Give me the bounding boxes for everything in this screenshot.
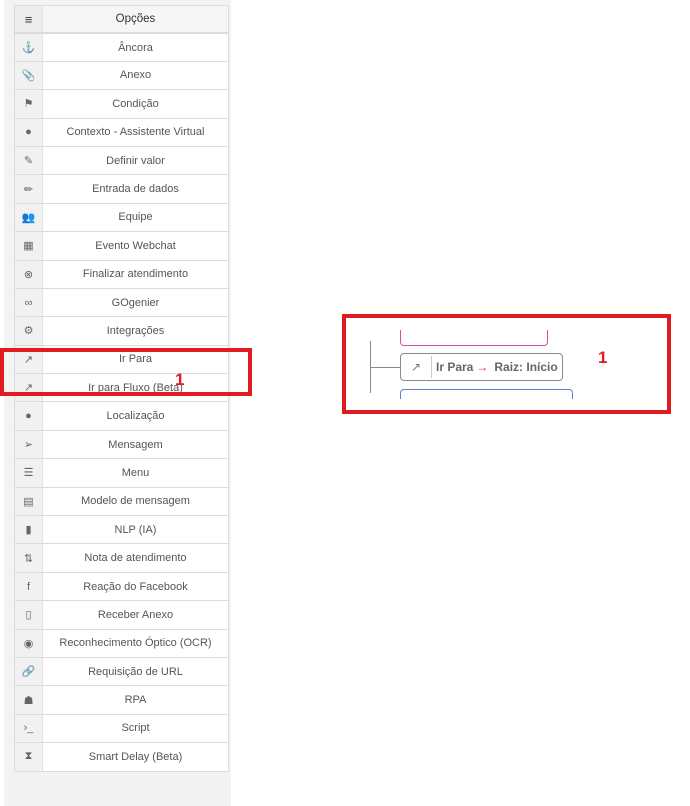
terminal-icon: ›_ [15,714,43,743]
menu-item-label: Localização [106,410,165,423]
paper-plane-icon: ➢ [15,430,43,459]
file-icon: ▯ [15,601,43,629]
node-divider [431,356,432,378]
menu-item-ncora[interactable]: ⚓ Âncora [14,33,229,62]
sort-icon: ⇅ [15,544,43,572]
anchor-icon: ⚓ [15,34,43,61]
menu-item-label: Menu [121,466,150,479]
menu-item-label: Equipe [118,211,153,224]
menu-item-label: Mensagem [108,438,163,451]
menu-item-anexo[interactable]: 📎 Anexo [14,61,229,91]
menu-item-contexto-assistente-virtual[interactable]: ● Contexto - Assistente Virtual [14,118,229,147]
menu-item-script[interactable]: ›_ Script [14,714,229,744]
arrow-right-icon: → [476,360,489,374]
options-header: ≡ Opções [14,5,229,34]
brain-icon: ● [15,118,43,146]
paperclip-icon: 📎 [15,61,43,90]
menu-item-label: Receber Anexo [97,608,174,621]
menu-item-entrada-de-dados[interactable]: ✏ Entrada de dados [14,175,229,204]
menu-item-equipe[interactable]: 👥 Equipe [14,203,229,233]
infinity-icon: ∞ [15,288,43,317]
goto-flow-node[interactable]: ↗ Ir Para → Raiz: Início [400,353,563,381]
close-circle-icon: ⊗ [15,260,43,288]
menu-item-label: Condição [112,97,159,110]
menu-item-label: Evento Webchat [95,239,176,252]
menu-item-modelo-de-mensagem[interactable]: ▤ Modelo de mensagem [14,487,229,517]
menu-item-label: Requisição de URL [88,665,183,678]
hourglass-icon: ⧗ [15,743,43,771]
menu-item-label: Integrações [106,324,165,337]
menu-item-rea-o-do-facebook[interactable]: f Reação do Facebook [14,572,229,602]
previous-branch-connector [400,330,548,346]
options-panel: ≡ Opções ⚓ Âncora 📎 Anexo ⚑ Condição ● Contexto… [4,0,231,806]
menu-item-requisi-o-de-url[interactable]: 🔗 Requisição de URL [14,657,229,687]
template-icon: ▤ [15,487,43,516]
eye-icon: ◉ [15,629,43,657]
flow-branch-line [370,367,400,368]
menu-item-label: GOgenier [111,296,160,309]
menu-item-label: Script [121,722,150,735]
annotation-number-right: 1 [598,348,608,367]
cogs-icon: ⚙ [15,317,43,345]
node-target-label: Raiz: Início [494,360,558,374]
external-link-icon: ↗ [411,360,422,374]
menu-item-smart-delay-beta[interactable]: ⧗ Smart Delay (Beta) [14,743,229,772]
facebook-icon: f [15,572,43,601]
menu-item-definir-valor[interactable]: ✎ Definir valor [14,146,229,176]
robot-icon: ☗ [15,686,43,714]
menu-item-nota-de-atendimento[interactable]: ⇅ Nota de atendimento [14,544,229,573]
next-branch-connector [400,389,573,399]
menu-item-integra-es[interactable]: ⚙ Integrações [14,317,229,346]
menu-item-localiza-o[interactable]: ● Localização [14,402,229,431]
menu-item-label: Finalizar atendimento [82,268,189,281]
chip-icon: ▮ [15,516,43,544]
menu-item-mensagem[interactable]: ➢ Mensagem [14,430,229,460]
menu-item-nlp-ia[interactable]: ▮ NLP (IA) [14,516,229,545]
menu-item-label: NLP (IA) [114,523,157,536]
menu-item-rpa[interactable]: ☗ RPA [14,686,229,715]
pencil-icon: ✏ [15,175,43,203]
link-icon: 🔗 [15,657,43,686]
menu-item-reconhecimento-ptico-ocr[interactable]: ◉ Reconhecimento Óptico (OCR) [14,629,229,658]
menu-item-gogenier[interactable]: ∞ GOgenier [14,288,229,318]
highlight-box-left [0,348,252,396]
menu-item-label: Nota de atendimento [84,552,187,565]
annotation-number-left: 1 [175,370,185,389]
menu-item-label: Reação do Facebook [83,580,188,593]
menu-item-receber-anexo[interactable]: ▯ Receber Anexo [14,601,229,630]
menu-item-evento-webchat[interactable]: ▦ Evento Webchat [14,232,229,261]
node-action-label: Ir Para [436,360,474,374]
menu-item-label: Reconhecimento Óptico (OCR) [59,637,212,650]
menu-item-label: Anexo [119,69,152,82]
map-marker-icon: ● [15,402,43,430]
menu-item-label: Contexto - Assistente Virtual [66,126,205,139]
edit-icon: ✎ [15,146,43,175]
options-title: Opções [115,13,156,26]
menu-item-label: Âncora [118,41,153,54]
calendar-icon: ▦ [15,232,43,260]
menu-item-label: Modelo de mensagem [81,495,190,508]
menu-item-label: Smart Delay (Beta) [88,750,183,763]
menu-item-label: Entrada de dados [92,183,179,196]
menu-item-condi-o[interactable]: ⚑ Condição [14,90,229,119]
menu-item-label: Definir valor [106,154,165,167]
list-icon: ☰ [15,459,43,487]
menu-item-finalizar-atendimento[interactable]: ⊗ Finalizar atendimento [14,260,229,289]
users-icon: 👥 [15,203,43,232]
signpost-icon: ⚑ [15,90,43,118]
menu-item-menu[interactable]: ☰ Menu [14,459,229,488]
hamburger-icon[interactable]: ≡ [15,6,43,33]
menu-item-label: RPA [124,694,147,707]
